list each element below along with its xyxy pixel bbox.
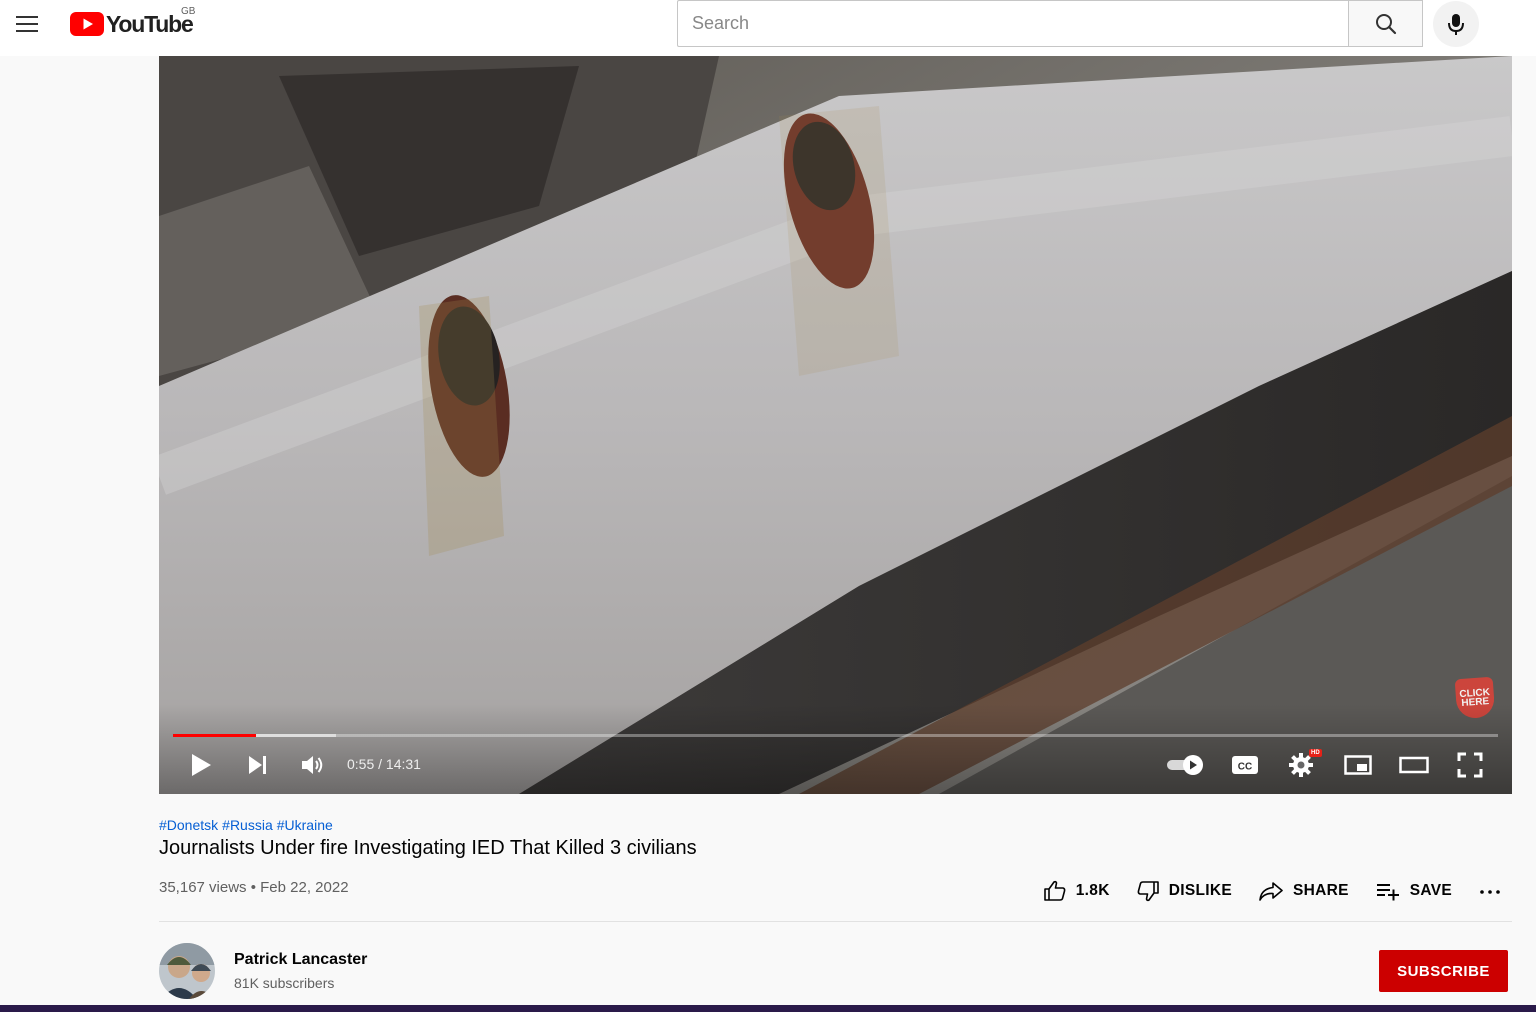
- more-horizontal-icon: [1480, 890, 1500, 894]
- hashtags: #Donetsk #Russia #Ukraine: [159, 817, 337, 833]
- progress-bar[interactable]: [173, 734, 1498, 737]
- country-code: GB: [181, 6, 196, 17]
- video-meta: 35,167 views • Feb 22, 2022: [159, 879, 349, 896]
- fullscreen-icon: [1457, 752, 1483, 778]
- fullscreen-button[interactable]: [1454, 749, 1486, 781]
- autoplay-toggle-icon: [1167, 755, 1203, 775]
- volume-icon: [302, 756, 323, 774]
- cc-text: CC: [1238, 762, 1252, 773]
- subscriber-count: 81K subscribers: [234, 975, 335, 991]
- search-input[interactable]: [692, 13, 1349, 34]
- channel-name[interactable]: Patrick Lancaster: [234, 951, 367, 969]
- dislike-label: DISLIKE: [1168, 882, 1232, 899]
- video-player[interactable]: CLICK HERE 0:55 / 14:31 CC HD: [159, 56, 1512, 794]
- like-count: 1.8K: [1075, 882, 1110, 899]
- play-button[interactable]: [187, 749, 215, 781]
- time-display: 0:55 / 14:31: [347, 756, 421, 772]
- channel-avatar-image: [159, 943, 215, 999]
- thumbs-down-icon: [1137, 881, 1159, 902]
- bottom-edge-bar: [0, 1005, 1536, 1012]
- youtube-logo[interactable]: YouTube: [70, 10, 194, 37]
- save-button[interactable]: SAVE: [1375, 879, 1452, 903]
- playlist-add-icon: [1376, 884, 1399, 901]
- logo-wordmark: YouTube: [106, 10, 194, 37]
- autoplay-toggle[interactable]: [1164, 749, 1208, 781]
- divider: [159, 921, 1512, 922]
- video-actions: 1.8K DISLIKE SHARE SAVE: [1043, 875, 1502, 907]
- hashtag-link[interactable]: #Russia: [222, 817, 273, 833]
- share-arrow-icon: [1259, 882, 1283, 901]
- video-title: Journalists Under fire Investigating IED…: [159, 837, 697, 859]
- subscribe-button[interactable]: SUBSCRIBE: [1379, 950, 1508, 992]
- thumbs-up-icon: [1043, 880, 1066, 901]
- masthead: YouTube GB: [0, 0, 1536, 56]
- play-icon: [192, 754, 211, 776]
- share-label: SHARE: [1292, 882, 1349, 899]
- hd-badge: HD: [1309, 749, 1322, 757]
- voice-search-button[interactable]: [1433, 1, 1479, 47]
- next-button[interactable]: [244, 749, 272, 781]
- search-box: [677, 0, 1349, 47]
- captions-button[interactable]: CC: [1229, 749, 1261, 781]
- search-icon: [1375, 13, 1396, 34]
- share-button[interactable]: SHARE: [1258, 879, 1349, 903]
- miniplayer-button[interactable]: [1342, 749, 1374, 781]
- hashtag-link[interactable]: #Donetsk: [159, 817, 218, 833]
- skip-next-icon: [249, 756, 266, 774]
- like-button[interactable]: 1.8K: [1043, 879, 1110, 903]
- search-button[interactable]: [1348, 0, 1423, 47]
- save-label: SAVE: [1409, 882, 1452, 899]
- more-actions-button[interactable]: [1478, 879, 1502, 903]
- menu-icon[interactable]: [16, 12, 40, 36]
- youtube-play-logo-icon: [70, 12, 104, 36]
- progress-played: [173, 734, 257, 737]
- theater-mode-icon: [1399, 756, 1429, 774]
- video-frame: [159, 56, 1512, 794]
- dislike-button[interactable]: DISLIKE: [1136, 879, 1232, 903]
- channel-avatar[interactable]: [159, 943, 215, 999]
- hashtag-link[interactable]: #Ukraine: [277, 817, 333, 833]
- microphone-icon: [1448, 14, 1464, 35]
- miniplayer-icon: [1344, 755, 1372, 775]
- closed-captions-icon: CC: [1232, 756, 1258, 774]
- volume-button[interactable]: [299, 749, 327, 781]
- theater-mode-button[interactable]: [1397, 749, 1431, 781]
